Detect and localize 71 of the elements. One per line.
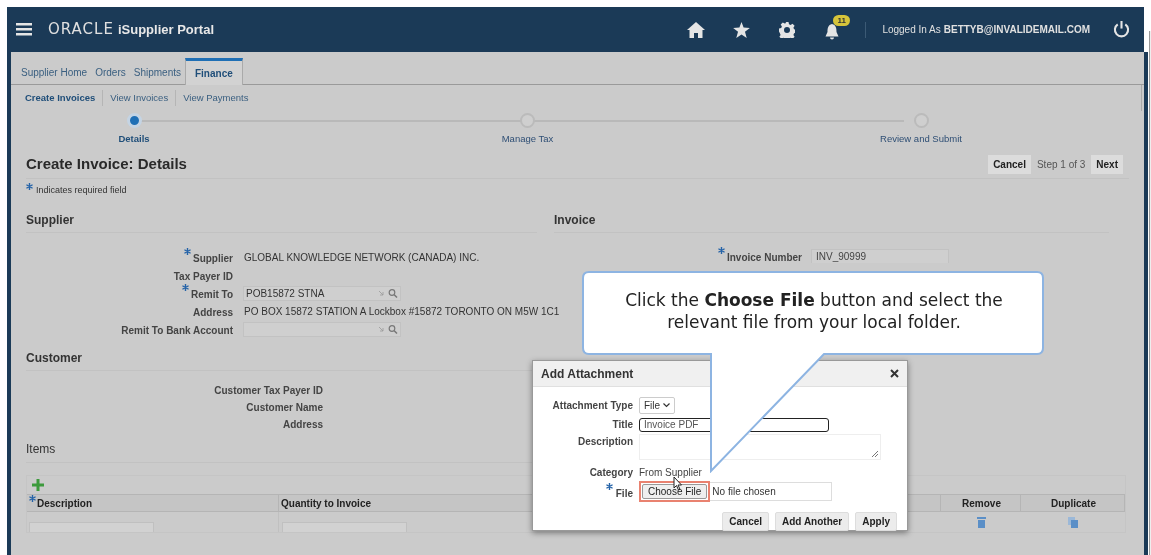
next-button[interactable]: Next — [1091, 154, 1123, 174]
column-header: Description — [37, 496, 92, 511]
menu-icon[interactable] — [16, 23, 32, 36]
search-icon[interactable] — [378, 288, 398, 298]
field-label: Customer Name — [246, 401, 323, 415]
field-label: Attachment Type — [551, 399, 633, 413]
section-heading: Invoice — [554, 212, 597, 229]
user-name: BETTYB@INVALIDEMAIL.COM — [943, 23, 1090, 37]
field-label: Remit To — [190, 288, 233, 302]
step-label[interactable]: Manage Tax — [501, 132, 554, 147]
field-label: Remit To Bank Account — [121, 324, 233, 338]
sub-tab[interactable]: View Invoices — [110, 90, 169, 106]
trash-icon[interactable] — [976, 516, 986, 528]
oracle-logo: ORACLE — [48, 19, 114, 41]
invoice-number-field[interactable]: INV_90999 — [811, 249, 949, 263]
bell-icon[interactable] — [825, 23, 840, 40]
nav-tab[interactable]: Orders — [91, 60, 130, 84]
sub-tab[interactable]: View Payments — [183, 90, 249, 106]
resize-handle-icon — [872, 451, 878, 457]
lov-field[interactable]: POB15872 STNA — [243, 285, 401, 301]
field-label: Customer Tax Payer ID — [214, 384, 323, 398]
nav-tab[interactable]: Finance — [184, 58, 243, 85]
field-label: Supplier — [193, 252, 233, 266]
chevron-down-icon — [663, 403, 671, 408]
field-label: Tax Payer ID — [173, 270, 233, 284]
column-header: Duplicate — [1051, 496, 1096, 511]
lov-field[interactable] — [243, 321, 401, 337]
field-label: Address — [193, 306, 233, 320]
required-note: Indicates required field — [36, 183, 127, 197]
page-title: Create Invoice: Details — [26, 154, 187, 174]
step-label[interactable]: Details — [118, 132, 150, 147]
column-header: Quantity to Invoice — [281, 496, 371, 511]
notification-badge: 11 — [833, 14, 850, 26]
field-label: Title — [611, 418, 633, 432]
choose-file-button[interactable]: Choose File — [642, 484, 708, 499]
callout-text: Click the Choose File button and select the relevant file from your local folder. — [624, 289, 1004, 333]
close-icon[interactable] — [890, 369, 899, 378]
settings-icon[interactable] — [779, 21, 796, 38]
section-heading: Items — [26, 441, 57, 458]
add-icon[interactable] — [32, 479, 44, 491]
copy-icon[interactable] — [1068, 516, 1078, 528]
field-label: Address — [283, 418, 323, 432]
dialog-title: Add Attachment — [541, 365, 634, 383]
search-icon[interactable] — [378, 324, 398, 334]
power-icon[interactable] — [1113, 21, 1130, 38]
step-indicator: Step 1 of 3 — [1036, 157, 1086, 172]
nav-tab[interactable]: Shipments — [129, 60, 185, 84]
dialog-button[interactable]: Cancel — [722, 512, 770, 531]
step-label[interactable]: Review and Submit — [880, 132, 962, 147]
section-heading: Supplier — [26, 212, 75, 229]
star-icon[interactable] — [733, 21, 751, 38]
category-value: From Supplier — [639, 466, 703, 480]
field-label: File — [615, 486, 633, 501]
attachment-type-select[interactable]: File — [639, 397, 676, 414]
column-header: Remove — [962, 496, 1001, 511]
cancel-button[interactable]: Cancel — [988, 154, 1031, 174]
field-value: PO BOX 15872 STATION A Lockbox #15872 TORONTO ON M5W 1C1 — [244, 304, 560, 319]
asterisk-icon — [26, 182, 33, 190]
nav-tab[interactable]: Supplier Home — [17, 60, 92, 84]
app-title: iSupplier Portal — [117, 20, 214, 39]
field-label: Invoice Number — [726, 251, 802, 265]
field-value: GLOBAL KNOWLEDGE NETWORK (CANADA) INC. — [244, 250, 480, 265]
logged-in-text: Logged In As — [882, 23, 941, 37]
home-icon[interactable] — [687, 21, 706, 38]
dialog-button[interactable]: Apply — [855, 512, 897, 531]
field-label: Category — [588, 466, 633, 480]
dialog-button[interactable]: Add Another — [775, 512, 850, 531]
file-status-field: No file chosen — [710, 482, 833, 501]
section-heading: Customer — [26, 350, 83, 367]
sub-tab[interactable]: Create Invoices — [25, 90, 96, 106]
field-label: Description — [577, 435, 633, 449]
